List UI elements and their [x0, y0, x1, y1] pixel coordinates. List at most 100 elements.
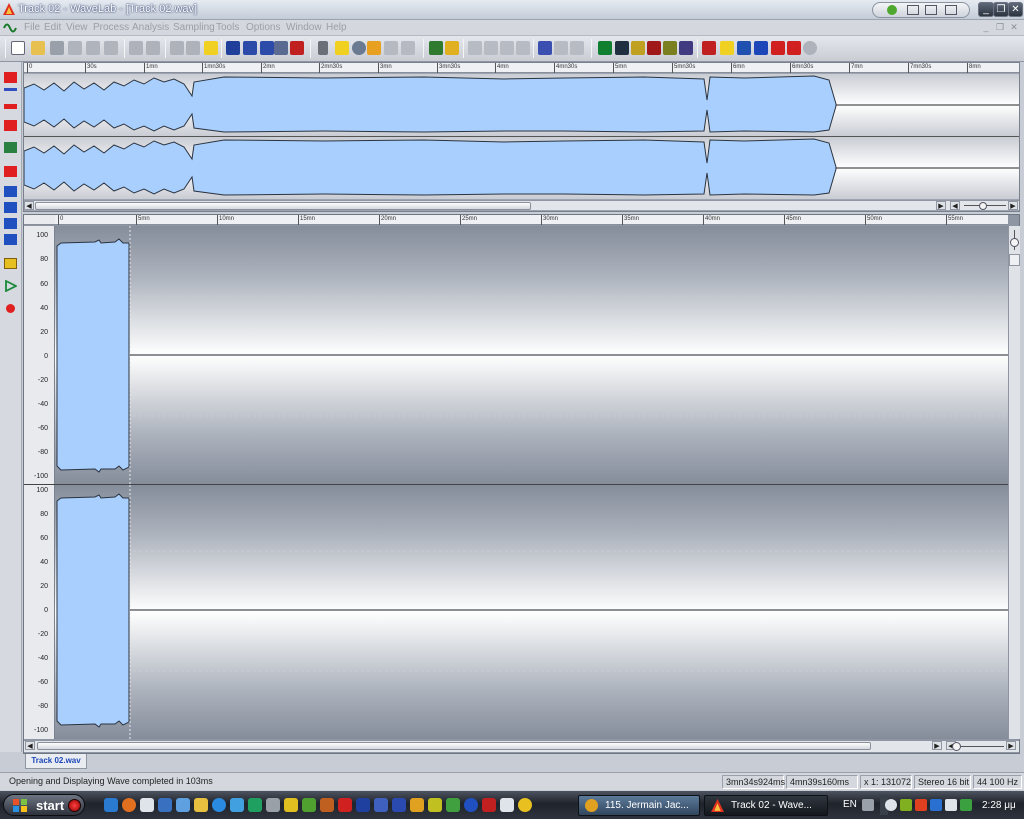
analysis-icon[interactable] [445, 41, 459, 55]
menu-view[interactable]: View [66, 22, 88, 33]
explorer-icon[interactable] [158, 798, 172, 812]
cue-icon[interactable] [4, 166, 17, 177]
zoom-in-arrow[interactable]: ▶ [1006, 741, 1016, 750]
menu-options[interactable]: Options [246, 22, 280, 33]
vertical-zoom-reset[interactable] [1009, 254, 1020, 266]
pause-icon[interactable] [754, 41, 768, 55]
arrow-right-icon[interactable] [570, 41, 584, 55]
volume-icon[interactable] [720, 41, 734, 55]
menu-file[interactable]: File [24, 22, 40, 33]
tile-icon[interactable] [907, 5, 919, 15]
cascade-icon[interactable] [925, 5, 937, 15]
scroll-right-arrow[interactable]: ▶ [936, 201, 946, 210]
tab-track-02[interactable]: Track 02.wav [25, 754, 87, 769]
rewind-icon[interactable] [4, 202, 17, 213]
main-channel-left[interactable] [55, 226, 1008, 484]
save-icon[interactable] [50, 41, 64, 55]
menu-sampling[interactable]: Sampling [173, 22, 215, 33]
skip-icon[interactable] [787, 41, 801, 55]
menu-analysis[interactable]: Analysis [132, 22, 169, 33]
volume-tray-icon[interactable] [945, 799, 957, 811]
burn-icon[interactable] [428, 798, 442, 812]
task-media-player[interactable]: 115. Jermain Jac... [578, 795, 700, 816]
tray-app-icon[interactable] [915, 799, 927, 811]
trim-icon[interactable] [170, 41, 184, 55]
calendar-icon[interactable] [538, 41, 552, 55]
loop-cycle-icon[interactable] [4, 142, 17, 153]
task-wavelab[interactable]: Track 02 - Wave... [704, 795, 828, 816]
update-icon[interactable] [248, 798, 262, 812]
monitor-icon[interactable] [930, 799, 942, 811]
overview-channel-left[interactable] [24, 74, 1019, 136]
clock[interactable]: 2:28 μμ [982, 800, 1016, 811]
overview-scrollbar[interactable]: ◀ ▶ ◀ ▶ [24, 200, 1019, 210]
window-extra-controls[interactable] [872, 2, 970, 18]
vertical-zoom-knob[interactable] [1010, 238, 1019, 247]
main-wave-pane[interactable]: 0 5mn 10mn 15mn 20mn 25mn 30mn 35mn 40mn… [23, 214, 1020, 754]
start-button[interactable]: start [3, 794, 85, 816]
keyboard-icon[interactable] [862, 799, 874, 811]
restore-button[interactable]: ❐ [993, 2, 1009, 17]
fade-in-icon[interactable] [468, 41, 482, 55]
scroll-right-arrow[interactable]: ▶ [932, 741, 942, 750]
mdi-restore-button[interactable]: ❐ [994, 22, 1006, 33]
overview-channel-right[interactable] [24, 137, 1019, 199]
ie-icon[interactable] [104, 798, 118, 812]
zoom-slider-knob[interactable] [952, 742, 961, 751]
messenger-icon[interactable] [194, 798, 208, 812]
stack-view-icon[interactable] [260, 41, 274, 55]
printer-icon[interactable] [266, 798, 280, 812]
utility-icon[interactable] [482, 798, 496, 812]
window-layout-icon[interactable] [226, 41, 240, 55]
game-icon[interactable] [302, 798, 316, 812]
undo-icon[interactable] [129, 41, 143, 55]
pencil-icon[interactable] [367, 41, 381, 55]
shield-icon[interactable] [900, 799, 912, 811]
overview-scroll-thumb[interactable] [35, 202, 531, 210]
scroll-left-arrow[interactable]: ◀ [25, 741, 35, 750]
browser-icon[interactable] [212, 798, 226, 812]
language-indicator[interactable]: EN [843, 799, 857, 810]
minimize-button[interactable]: _ [978, 2, 994, 17]
zoom-slider-track[interactable] [960, 746, 1004, 747]
stop-icon[interactable] [4, 258, 17, 269]
split-view-icon[interactable] [243, 41, 257, 55]
bit-meter-icon[interactable] [647, 41, 661, 55]
key-icon[interactable] [737, 41, 751, 55]
main-channel-right[interactable] [55, 485, 1008, 739]
marker-start-icon[interactable] [4, 72, 17, 83]
envelope-icon[interactable] [384, 41, 398, 55]
paste-icon[interactable] [104, 41, 118, 55]
mdi-minimize-button[interactable]: _ [980, 22, 992, 33]
redo-icon[interactable] [146, 41, 160, 55]
copy-icon[interactable] [86, 41, 100, 55]
record-icon[interactable] [6, 304, 15, 313]
overview-pane[interactable]: 0 30s 1mn 1mn30s 2mn 2mn30s 3mn 3mn30s 4… [23, 62, 1020, 212]
crossfade-icon[interactable] [186, 41, 200, 55]
menu-window[interactable]: Window [286, 22, 322, 33]
fast-forward-icon[interactable] [4, 218, 17, 229]
play-speaker-icon[interactable] [335, 41, 349, 55]
file-length[interactable]: 4mn39s160ms [786, 775, 858, 789]
antivirus-icon[interactable] [338, 798, 352, 812]
media-player-icon[interactable] [140, 798, 154, 812]
vertical-zoom-bar[interactable] [1008, 226, 1020, 739]
flag-icon[interactable] [374, 798, 388, 812]
arrange-icon[interactable] [274, 41, 288, 55]
zoom-in-arrow[interactable]: ▶ [1008, 201, 1018, 210]
go-to-end-icon[interactable] [4, 234, 17, 245]
mdi-close-button[interactable]: ✕ [1008, 22, 1020, 33]
cursor-time[interactable]: 3mn34s924ms [722, 775, 785, 789]
montage-icon[interactable] [290, 41, 304, 55]
arrow-left-icon[interactable] [554, 41, 568, 55]
wave-app-icon[interactable] [3, 21, 17, 34]
disc-icon[interactable] [518, 798, 532, 812]
marker-line-icon[interactable] [4, 88, 17, 91]
app-icon[interactable] [320, 798, 334, 812]
open-folder-icon[interactable] [31, 41, 45, 55]
globe-icon[interactable] [464, 798, 478, 812]
player-icon[interactable] [356, 798, 370, 812]
network-icon[interactable] [230, 798, 244, 812]
network-tray-icon[interactable] [960, 799, 972, 811]
record-settings-icon[interactable] [702, 41, 716, 55]
